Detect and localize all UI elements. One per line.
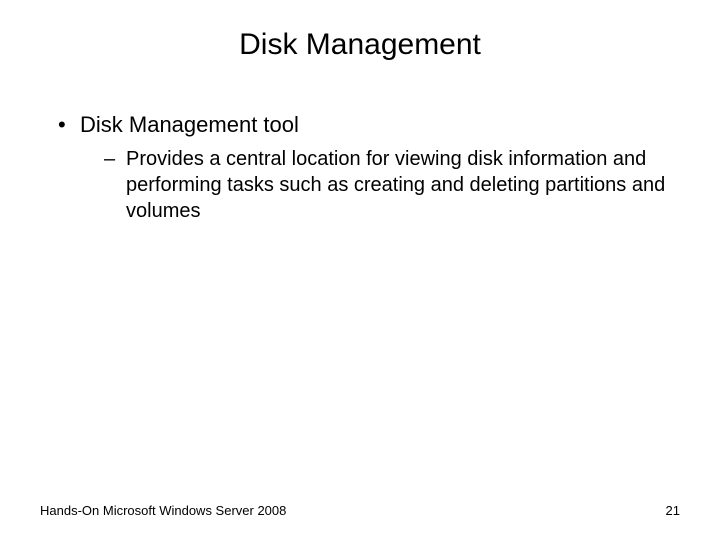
list-item: Disk Management tool Provides a central … xyxy=(58,110,680,224)
page-number: 21 xyxy=(666,503,680,518)
list-item: Provides a central location for viewing … xyxy=(104,146,680,224)
bullet-text: Provides a central location for viewing … xyxy=(126,148,665,222)
footer-left: Hands-On Microsoft Windows Server 2008 xyxy=(40,503,286,518)
slide: Disk Management Disk Management tool Pro… xyxy=(0,0,720,540)
slide-title: Disk Management xyxy=(40,28,680,62)
bullet-list-level1: Disk Management tool Provides a central … xyxy=(40,110,680,224)
slide-footer: Hands-On Microsoft Windows Server 2008 2… xyxy=(40,503,680,518)
bullet-list-level2: Provides a central location for viewing … xyxy=(80,146,680,224)
bullet-text: Disk Management tool xyxy=(80,112,299,137)
